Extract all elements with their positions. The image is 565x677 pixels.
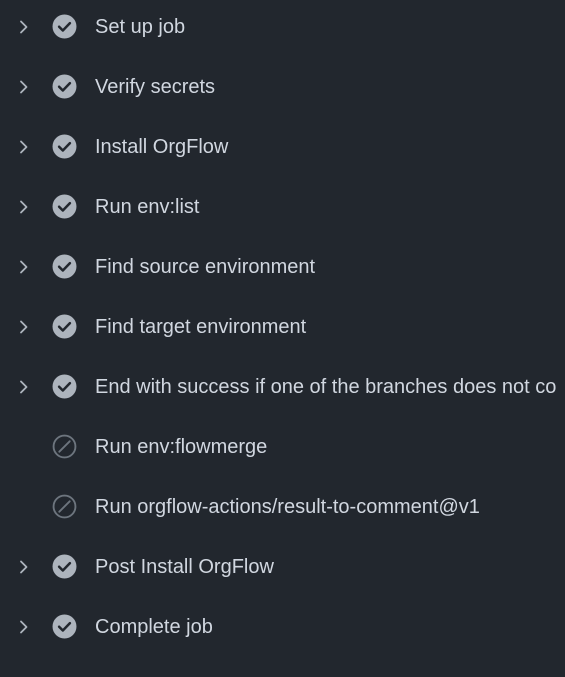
step-label: Complete job: [95, 616, 213, 638]
step-label: End with success if one of the branches …: [95, 376, 557, 398]
skipped-icon: [52, 434, 77, 459]
step-verify-secrets[interactable]: Verify secrets: [0, 60, 565, 120]
step-end-with-success[interactable]: End with success if one of the branches …: [0, 360, 565, 420]
step-label: Find target environment: [95, 316, 307, 338]
step-label: Install OrgFlow: [95, 136, 229, 158]
step-label: Verify secrets: [95, 76, 216, 98]
chevron-right-icon[interactable]: [15, 18, 33, 36]
chevron-right-icon[interactable]: [15, 78, 33, 96]
job-steps-list: Set up job Verify secrets Install OrgFlo…: [0, 0, 565, 677]
check-circle-icon: [52, 374, 77, 399]
chevron-right-icon[interactable]: [15, 558, 33, 576]
step-install-orgflow[interactable]: Install OrgFlow: [0, 120, 565, 180]
skipped-icon: [52, 494, 77, 519]
check-circle-icon: [52, 194, 77, 219]
step-label: Set up job: [95, 16, 186, 38]
step-run-result-to-comment: Run orgflow-actions/result-to-comment@v1: [0, 480, 565, 540]
step-set-up-job[interactable]: Set up job: [0, 0, 565, 60]
step-find-target-environment[interactable]: Find target environment: [0, 300, 565, 360]
check-circle-icon: [52, 74, 77, 99]
check-circle-icon: [52, 14, 77, 39]
chevron-right-icon[interactable]: [15, 258, 33, 276]
check-circle-icon: [52, 254, 77, 279]
step-post-install-orgflow[interactable]: Post Install OrgFlow: [0, 540, 565, 600]
step-label: Run env:flowmerge: [95, 436, 268, 458]
chevron-right-icon[interactable]: [15, 618, 33, 636]
step-run-env-list[interactable]: Run env:list: [0, 180, 565, 240]
chevron-right-icon[interactable]: [15, 378, 33, 396]
check-circle-icon: [52, 554, 77, 579]
step-label: Find source environment: [95, 256, 316, 278]
chevron-right-icon[interactable]: [15, 318, 33, 336]
step-complete-job[interactable]: Complete job: [0, 600, 565, 660]
step-label: Post Install OrgFlow: [95, 556, 274, 578]
chevron-right-icon[interactable]: [15, 138, 33, 156]
step-label: Run env:list: [95, 196, 200, 218]
check-circle-icon: [52, 614, 77, 639]
step-run-env-flowmerge: Run env:flowmerge: [0, 420, 565, 480]
step-find-source-environment[interactable]: Find source environment: [0, 240, 565, 300]
check-circle-icon: [52, 134, 77, 159]
chevron-right-icon[interactable]: [15, 198, 33, 216]
check-circle-icon: [52, 314, 77, 339]
step-label: Run orgflow-actions/result-to-comment@v1: [95, 496, 480, 518]
